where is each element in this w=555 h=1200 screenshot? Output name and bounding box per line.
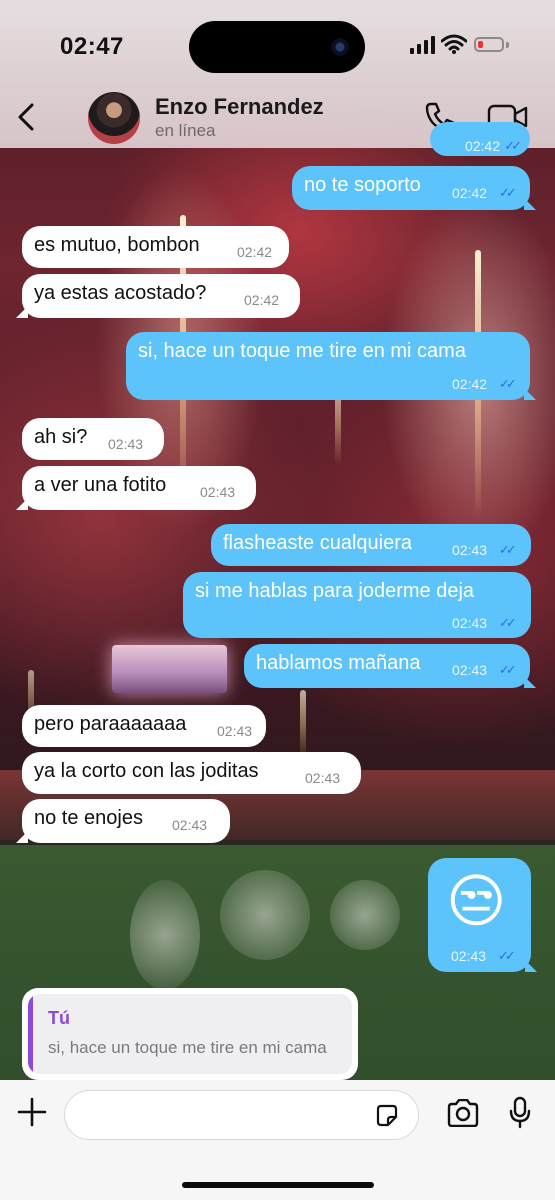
- sticker-icon: [376, 1104, 398, 1127]
- read-ticks-icon: ✓✓: [499, 615, 517, 630]
- message-text: no te enojes: [34, 807, 143, 829]
- message-text: ah si?: [34, 426, 88, 448]
- back-button[interactable]: [14, 102, 40, 132]
- read-ticks-icon: ✓✓: [499, 376, 517, 391]
- unamused-face-emoji: 😒: [446, 869, 507, 934]
- message-composer: [0, 1080, 555, 1200]
- message-time: 02:43: [452, 662, 488, 678]
- microphone-button[interactable]: [508, 1096, 532, 1135]
- message-bubble-outgoing[interactable]: hablamos mañana 02:43 ✓✓: [244, 644, 536, 688]
- attach-button[interactable]: [17, 1097, 47, 1127]
- message-bubble-incoming[interactable]: ah si? 02:43: [22, 418, 164, 460]
- front-camera: [331, 38, 349, 56]
- reply-accent-bar: [28, 994, 33, 1074]
- message-text: pero paraaaaaaa: [34, 713, 187, 735]
- message-text: ya estas acostado?: [34, 282, 207, 304]
- plus-icon: [17, 1097, 47, 1127]
- status-bar: 02:47: [0, 0, 555, 84]
- message-bubble-incoming[interactable]: a ver una fotito 02:43: [16, 466, 256, 510]
- smoke-cloud: [130, 880, 200, 990]
- home-indicator: [182, 1182, 374, 1188]
- message-time: 02:43: [451, 948, 487, 964]
- battery-icon: [474, 37, 504, 52]
- message-text: ya la corto con las joditas: [34, 760, 259, 782]
- message-text: flasheaste cualquiera: [223, 532, 413, 554]
- message-text: hablamos mañana: [256, 652, 421, 674]
- message-time: 02:43: [452, 542, 488, 558]
- message-time: 02:42: [237, 244, 273, 260]
- message-bubble-outgoing[interactable]: flasheaste cualquiera 02:43 ✓✓: [211, 524, 531, 566]
- signal-icon: [410, 36, 436, 54]
- message-text: si me hablas para joderme deja: [195, 580, 475, 602]
- firework-trail: [300, 690, 306, 760]
- message-text: es mutuo, bombon: [34, 234, 200, 256]
- message-time: 02:43: [217, 723, 253, 739]
- read-ticks-icon: ✓✓: [499, 662, 517, 677]
- message-text: si, hace un toque me tire en mi cama: [138, 340, 466, 362]
- reply-quoted-text: si, hace un toque me tire en mi cama: [48, 1038, 327, 1057]
- message-bubble-outgoing[interactable]: si me hablas para joderme deja 02:43 ✓✓: [183, 572, 531, 638]
- message-text: a ver una fotito: [34, 474, 167, 496]
- smoke-cloud: [330, 880, 400, 950]
- battery-tip: [506, 42, 509, 48]
- camera-icon: [447, 1098, 479, 1128]
- contact-avatar[interactable]: [88, 92, 140, 144]
- reply-author: Tú: [48, 1008, 70, 1028]
- message-bubble-outgoing[interactable]: si, hace un toque me tire en mi cama 02:…: [126, 332, 536, 400]
- read-ticks-icon: ✓✓: [499, 542, 517, 557]
- message-bubble-outgoing[interactable]: 😒 02:43 ✓✓: [428, 858, 537, 972]
- message-bubble-outgoing[interactable]: 02:42 ✓✓: [430, 122, 530, 156]
- message-bubble-outgoing[interactable]: no te soporto 02:42 ✓✓: [292, 166, 536, 210]
- message-time: 02:43: [305, 770, 341, 786]
- message-time: 02:42: [452, 185, 488, 201]
- camera-button[interactable]: [446, 1098, 480, 1132]
- message-time: 02:43: [452, 615, 488, 631]
- message-time: 02:43: [172, 817, 208, 833]
- read-ticks-icon: ✓✓: [504, 138, 522, 153]
- read-ticks-icon: ✓✓: [499, 185, 517, 200]
- sticker-button[interactable]: [374, 1103, 400, 1134]
- read-ticks-icon: ✓✓: [498, 948, 516, 963]
- wifi-icon: [441, 34, 467, 54]
- message-bubble-incoming[interactable]: no te enojes 02:43: [16, 799, 230, 843]
- message-time: 02:42: [464, 138, 500, 154]
- smoke-cloud: [220, 870, 310, 960]
- message-text: no te soporto: [304, 174, 421, 196]
- message-bubble-incoming[interactable]: ya la corto con las joditas 02:43: [22, 752, 361, 794]
- microphone-icon: [509, 1096, 531, 1129]
- message-bubble-incoming[interactable]: es mutuo, bombon 02:42: [22, 226, 289, 268]
- message-time: 02:43: [108, 436, 144, 452]
- quoted-message: Tú si, hace un toque me tire en mi cama: [28, 994, 352, 1074]
- message-bubble-incoming[interactable]: pero paraaaaaaa 02:43: [22, 705, 266, 747]
- message-time: 02:42: [244, 292, 280, 308]
- message-time: 02:42: [452, 376, 488, 392]
- contact-name[interactable]: Enzo Fernandez: [155, 94, 324, 120]
- chevron-left-icon: [18, 103, 34, 131]
- message-time: 02:43: [200, 484, 236, 500]
- message-bubble-incoming[interactable]: ya estas acostado? 02:42: [16, 274, 300, 318]
- message-input[interactable]: [64, 1090, 419, 1140]
- reply-preview[interactable]: Tú si, hace un toque me tire en mi cama: [22, 988, 358, 1080]
- stadium-screen: [112, 645, 227, 693]
- status-time: 02:47: [60, 33, 124, 60]
- contact-status: en línea: [155, 121, 216, 140]
